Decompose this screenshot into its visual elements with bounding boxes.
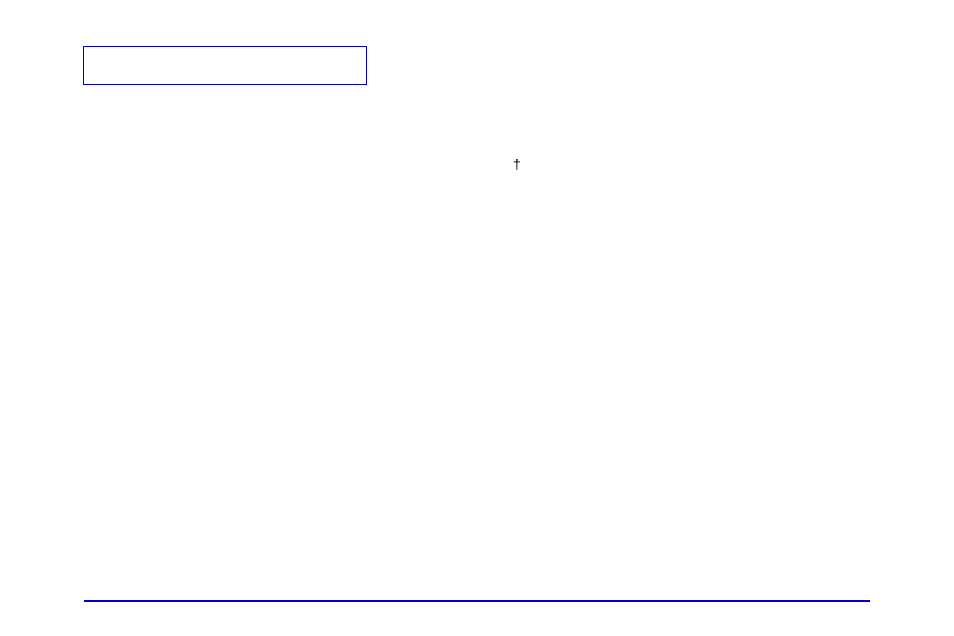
document-page: †: [0, 0, 954, 636]
dagger-symbol: †: [513, 157, 521, 171]
footer-rule: [84, 600, 870, 602]
notice-box: [83, 46, 367, 85]
